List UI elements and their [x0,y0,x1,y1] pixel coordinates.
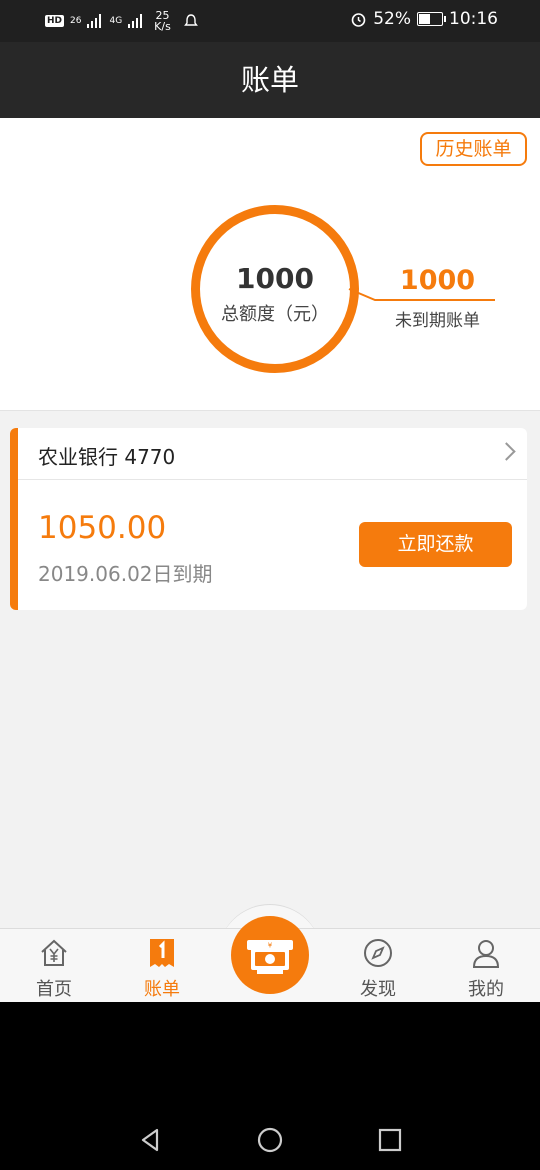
tab-bill[interactable]: 账单 [122,929,202,1003]
tab-mine-label: 我的 [468,979,504,1000]
bill-amount: 1050.00 [38,510,167,546]
card-accent-bar [10,428,18,610]
alarm-icon [351,12,366,27]
user-icon [472,940,500,968]
tab-discover[interactable]: 发现 [338,929,418,1003]
battery-percent: 52% [373,9,411,29]
home-icon[interactable] [254,1124,286,1156]
history-bills-button[interactable]: 历史账单 [420,132,527,166]
bill-card: 农业银行 4770 1050.00 2019.06.02日到期 立即还款 [10,428,527,610]
page-title: 账单 [240,63,299,97]
signal-icon [128,14,144,28]
home-yen-icon [41,939,67,966]
bank-name: 农业银行 4770 [38,445,176,469]
compass-icon [364,939,392,967]
net-speed-unit: K/s [154,20,171,33]
signal-icon [87,14,103,28]
battery-icon [417,12,446,26]
unexpired-bill-label: 未到期账单 [395,311,480,331]
status-bar: HD 26 4G 25 K/s 52% 10:16 [0,0,540,42]
recents-icon[interactable] [374,1124,406,1156]
total-limit-ring: 1000 总额度（元） [191,205,359,373]
back-icon[interactable] [135,1124,167,1156]
tab-home[interactable]: 首页 [14,929,94,1003]
network-type-label: 4G [109,15,123,26]
total-limit-amount: 1000 [236,262,314,295]
battery-fill [419,14,430,24]
cash-icon: ¥ [247,940,293,974]
status-right: 52% 10:16 [350,9,498,29]
tab-mine[interactable]: 我的 [446,929,526,1003]
hd-icon: HD [45,15,65,27]
cash-action-button[interactable]: ¥ [231,916,309,994]
header: 账单 [0,42,540,118]
svg-text:¥: ¥ [268,942,273,950]
bill-due-date: 2019.06.02日到期 [38,562,213,586]
clock: 10:16 [449,9,498,29]
unexpired-bill-amount: 1000 [399,265,476,296]
status-left: HD 26 4G 25 K/s [45,10,199,32]
tab-home-label: 首页 [36,979,72,1000]
total-limit-label: 总额度（元） [221,304,329,325]
tab-discover-label: 发现 [360,979,396,1000]
bill-icon [150,939,174,967]
tab-bill-label: 账单 [144,979,180,1000]
network-type-label: 26 [70,15,82,26]
net-speed: 25 K/s [154,10,171,32]
chevron-right-icon [497,442,516,461]
notification-icon [183,14,198,26]
repay-now-button[interactable]: 立即还款 [359,522,512,567]
bank-row[interactable]: 农业银行 4770 [18,428,527,480]
